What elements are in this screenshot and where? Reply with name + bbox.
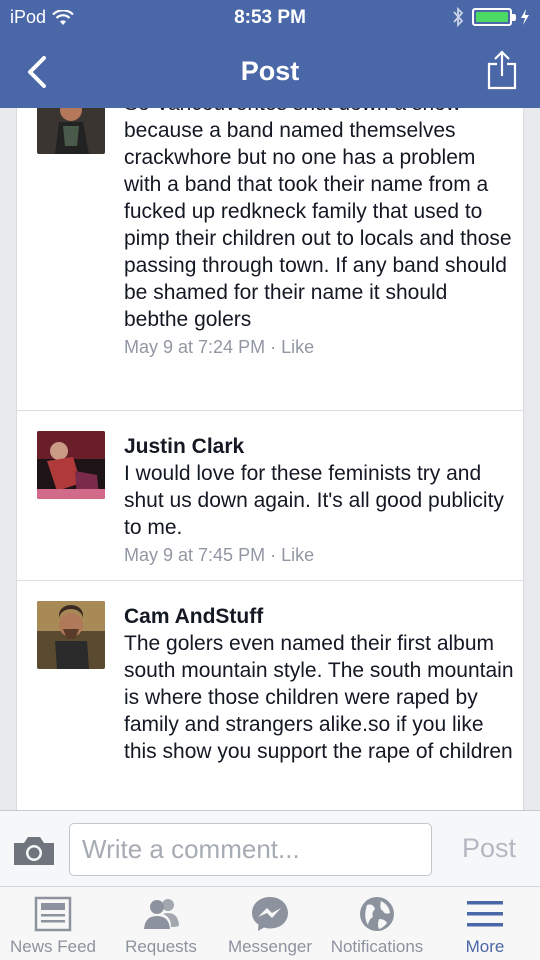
battery-tip bbox=[512, 14, 516, 21]
tab-messenger[interactable]: Messenger bbox=[216, 887, 324, 960]
top-bar: iPod 8:53 PM Post bbox=[0, 0, 540, 108]
comment-body: Justin Clark I would love for these femi… bbox=[124, 433, 514, 568]
comment-body: So Vancouverites shut down a show becaus… bbox=[124, 108, 514, 360]
charging-bolt-icon bbox=[521, 9, 529, 25]
nav-bar: Post bbox=[0, 36, 540, 108]
avatar[interactable] bbox=[37, 108, 105, 154]
tab-more[interactable]: More bbox=[430, 887, 540, 960]
bluetooth-icon bbox=[453, 7, 464, 27]
comment-divider bbox=[17, 580, 523, 581]
commenter-name[interactable]: Cam AndStuff bbox=[124, 603, 514, 630]
news-feed-icon bbox=[34, 896, 72, 932]
tab-label: Notifications bbox=[330, 937, 424, 956]
meta-separator: · bbox=[270, 545, 282, 565]
page-title: Post bbox=[240, 56, 300, 86]
messenger-icon bbox=[252, 897, 288, 931]
camera-icon[interactable] bbox=[12, 835, 56, 867]
comment-meta: May 9 at 7:45 PM · Like bbox=[124, 542, 514, 568]
comment-divider bbox=[17, 410, 523, 411]
tab-notifications[interactable]: Notifications bbox=[324, 887, 430, 960]
avatar[interactable] bbox=[37, 601, 105, 669]
tab-bar: News Feed Requests Messenger Notificatio… bbox=[0, 886, 540, 960]
commenter-name[interactable]: Justin Clark bbox=[124, 433, 514, 460]
comment-text: I would love for these feminists try and… bbox=[124, 462, 504, 539]
comment-time: May 9 at 7:24 PM bbox=[124, 337, 266, 357]
more-icon bbox=[467, 901, 503, 927]
post-button[interactable]: Post bbox=[462, 833, 516, 864]
avatar[interactable] bbox=[37, 431, 105, 499]
comments-feed[interactable]: So Vancouverites shut down a show becaus… bbox=[16, 108, 524, 810]
tab-label: Requests bbox=[125, 937, 197, 956]
comment-time: May 9 at 7:45 PM bbox=[124, 545, 266, 565]
tab-requests[interactable]: Requests bbox=[106, 887, 216, 960]
tab-label: Messenger bbox=[227, 937, 313, 956]
comment-input[interactable] bbox=[69, 823, 432, 876]
comment-composer: Post bbox=[0, 810, 540, 886]
like-link[interactable]: Like bbox=[281, 337, 314, 357]
notifications-icon bbox=[360, 897, 394, 931]
comment-body: Cam AndStuff The golers even named their… bbox=[124, 603, 514, 765]
like-link[interactable]: Like bbox=[281, 545, 314, 565]
comment-text: So Vancouverites shut down a show becaus… bbox=[124, 108, 512, 331]
share-icon[interactable] bbox=[486, 50, 518, 90]
status-bar: iPod 8:53 PM bbox=[0, 0, 540, 36]
battery-icon bbox=[472, 8, 516, 26]
requests-icon bbox=[144, 899, 179, 929]
comment-text: The golers even named their first album … bbox=[124, 632, 514, 763]
battery-level bbox=[476, 12, 508, 22]
tab-label: More bbox=[465, 937, 505, 956]
tab-label: News Feed bbox=[10, 937, 96, 956]
meta-separator: · bbox=[270, 337, 282, 357]
tab-news-feed[interactable]: News Feed bbox=[0, 887, 106, 960]
comment-meta: May 9 at 7:24 PM · Like bbox=[124, 334, 514, 360]
status-right bbox=[452, 7, 530, 27]
